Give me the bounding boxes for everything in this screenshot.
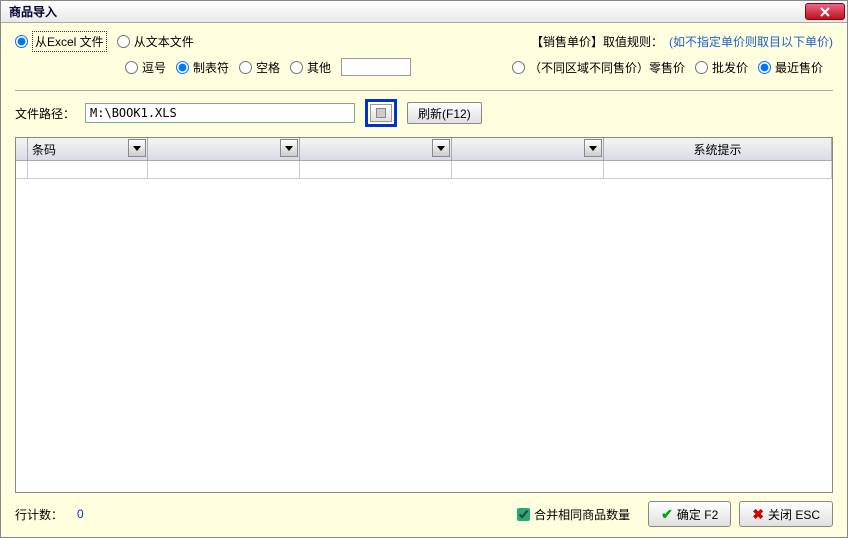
- dropdown-icon[interactable]: [584, 139, 602, 157]
- refresh-button[interactable]: 刷新(F12): [407, 102, 482, 124]
- cancel-label: 关闭 ESC: [768, 506, 820, 523]
- price-recent-label: 最近售价: [775, 59, 823, 76]
- grid-col-barcode-label: 条码: [32, 141, 56, 158]
- source-excel-label: 从Excel 文件: [32, 31, 107, 52]
- delim-other-radio[interactable]: 其他: [290, 59, 331, 76]
- delim-tab-radio[interactable]: 制表符: [176, 59, 229, 76]
- grid-col-4[interactable]: [452, 138, 604, 160]
- source-excel-radio[interactable]: 从Excel 文件: [15, 31, 107, 52]
- data-grid: 条码 系统提示: [15, 137, 833, 493]
- grid-empty-row[interactable]: [16, 161, 832, 179]
- ellipsis-icon: [376, 108, 386, 118]
- delimiter-row: 逗号 制表符 空格 其他 （不同区域不同售价）零售价 批发价 最近售价: [15, 58, 833, 76]
- checkmark-icon: ✔: [661, 506, 673, 523]
- cancel-button[interactable]: ✖ 关闭 ESC: [739, 501, 833, 527]
- dropdown-icon[interactable]: [128, 139, 146, 157]
- ok-button[interactable]: ✔ 确定 F2: [648, 501, 731, 527]
- dropdown-icon[interactable]: [280, 139, 298, 157]
- price-region-label: （不同区域不同售价）零售价: [529, 59, 685, 76]
- dropdown-icon[interactable]: [432, 139, 450, 157]
- content-area: 从Excel 文件 从文本文件 【销售单价】取值规则： (如不指定单价则取目以下…: [1, 23, 847, 537]
- grid-col-3[interactable]: [300, 138, 452, 160]
- path-label: 文件路径：: [15, 105, 75, 122]
- row-count-value: 0: [77, 507, 84, 521]
- path-row: 文件路径： 刷新(F12): [15, 99, 833, 127]
- delim-tab-label: 制表符: [193, 59, 229, 76]
- price-wholesale-radio[interactable]: 批发价: [695, 59, 748, 76]
- grid-col-barcode[interactable]: 条码: [28, 138, 148, 160]
- grid-col-2[interactable]: [148, 138, 300, 160]
- ok-label: 确定 F2: [677, 506, 718, 523]
- divider: [15, 90, 833, 91]
- delim-comma-radio[interactable]: 逗号: [125, 59, 166, 76]
- price-rule-label: 【销售单价】取值规则：: [531, 33, 663, 50]
- source-text-label: 从文本文件: [134, 33, 194, 50]
- product-import-window: 商品导入 从Excel 文件 从文本文件 【销售单价】取值规则： (如不指定单价…: [0, 0, 848, 538]
- x-icon: ✖: [752, 506, 764, 523]
- grid-corner: [16, 138, 28, 160]
- merge-checkbox[interactable]: 合并相同商品数量: [517, 506, 630, 523]
- grid-col-systip-label: 系统提示: [693, 141, 741, 158]
- delim-other-input[interactable]: [341, 58, 411, 76]
- delim-other-label: 其他: [307, 59, 331, 76]
- footer-row: 行计数： 0 合并相同商品数量 ✔ 确定 F2 ✖ 关闭 ESC: [15, 501, 833, 527]
- browse-button[interactable]: [370, 104, 392, 122]
- path-input[interactable]: [85, 103, 355, 123]
- source-text-radio[interactable]: 从文本文件: [117, 33, 194, 50]
- source-row: 从Excel 文件 从文本文件 【销售单价】取值规则： (如不指定单价则取目以下…: [15, 31, 833, 52]
- title-bar: 商品导入: [1, 1, 847, 23]
- delim-comma-label: 逗号: [142, 59, 166, 76]
- price-recent-radio[interactable]: 最近售价: [758, 59, 823, 76]
- grid-body[interactable]: [16, 179, 832, 492]
- grid-col-systip: 系统提示: [604, 138, 832, 160]
- close-button[interactable]: [805, 3, 845, 20]
- close-icon: [819, 7, 831, 17]
- merge-label: 合并相同商品数量: [534, 506, 630, 523]
- price-region-radio[interactable]: （不同区域不同售价）零售价: [512, 59, 685, 76]
- window-title: 商品导入: [9, 3, 57, 20]
- delim-space-radio[interactable]: 空格: [239, 59, 280, 76]
- row-count-label: 行计数：: [15, 506, 63, 523]
- grid-header: 条码 系统提示: [16, 138, 832, 161]
- browse-highlight: [365, 99, 397, 127]
- delim-space-label: 空格: [256, 59, 280, 76]
- price-rule-note: (如不指定单价则取目以下单价): [669, 33, 833, 50]
- price-wholesale-label: 批发价: [712, 59, 748, 76]
